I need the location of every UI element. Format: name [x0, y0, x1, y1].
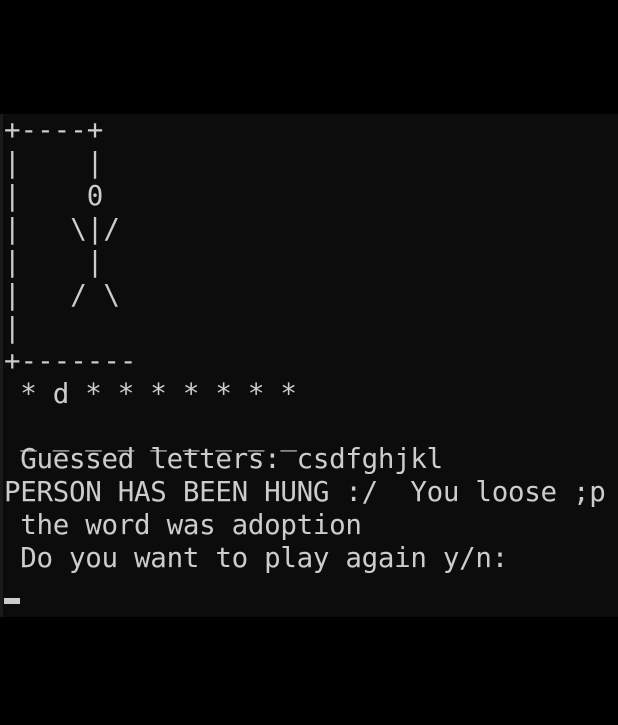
guessed-letters: Guessed letters: csdfghjkl — [4, 443, 443, 475]
word-progress: * d * * * * * * * — [4, 378, 297, 410]
play-again-prompt: Do you want to play again y/n: — [4, 542, 508, 574]
gallows-line-8: +------- — [4, 345, 137, 377]
gallows-line-2: | | — [4, 147, 104, 179]
hung-message: PERSON HAS BEEN HUNG :/ You loose ;p — [4, 476, 606, 508]
console-window[interactable]: +----+ | | | 0 | \|/ | | | / \ | +------… — [0, 114, 618, 617]
gallows-line-5: | | — [4, 246, 104, 278]
gallows-line-7: | — [4, 312, 21, 344]
reveal-word: the word was adoption — [4, 509, 362, 541]
gallows-line-6: | / \ — [4, 279, 120, 311]
gallows-line-3: | 0 — [4, 180, 104, 212]
text-cursor[interactable] — [4, 598, 20, 604]
gallows-line-4: | \|/ — [4, 213, 120, 245]
gallows-line-1: +----+ — [4, 114, 104, 146]
window-edge — [0, 114, 3, 617]
